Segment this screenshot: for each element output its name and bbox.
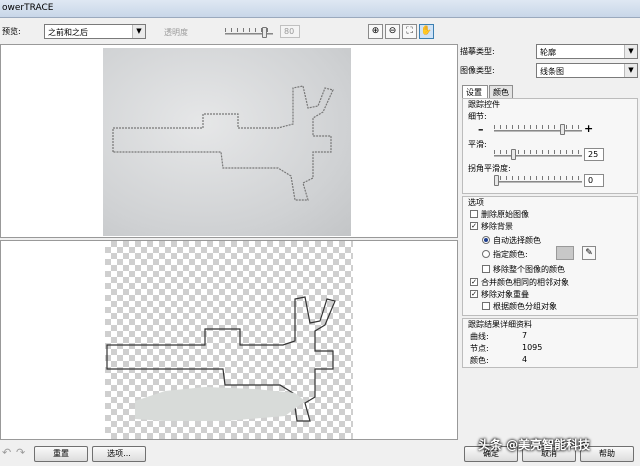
original-image xyxy=(103,48,351,236)
corner-value[interactable]: 0 xyxy=(584,174,604,187)
auto-color-label: 自动选择颜色 xyxy=(493,236,541,245)
before-preview[interactable] xyxy=(0,44,458,238)
delete-original-label: 删除原始图像 xyxy=(481,210,529,219)
specify-color-label: 指定颜色: xyxy=(493,250,528,259)
remove-overlap-label: 移除对象重叠 xyxy=(481,290,529,299)
nodes-value: 1095 xyxy=(522,343,543,352)
group-by-color-checkbox[interactable] xyxy=(482,302,490,310)
detail-thumb[interactable] xyxy=(560,124,565,135)
delete-original-checkbox[interactable] xyxy=(470,210,478,218)
minus-icon[interactable]: – xyxy=(478,123,484,136)
after-preview[interactable] xyxy=(0,240,458,440)
reset-button[interactable]: 重置 xyxy=(34,446,88,462)
detail-label: 细节: xyxy=(468,112,487,121)
remove-background-checkbox[interactable]: ✓ xyxy=(470,222,478,230)
trace-results-title: 跟踪结果详细资料 xyxy=(468,320,532,329)
remove-whole-image-color-checkbox[interactable] xyxy=(482,265,490,273)
smoothing-slider[interactable] xyxy=(494,155,582,157)
fit-icon[interactable]: ⛶ xyxy=(402,24,417,39)
merge-adjacent-checkbox[interactable]: ✓ xyxy=(470,278,478,286)
preview-label: 预览: xyxy=(2,27,21,36)
transparency-thumb[interactable] xyxy=(262,27,267,38)
traced-result xyxy=(106,296,336,422)
title-bar: owerTRACE xyxy=(0,0,640,18)
trace-type-value: 轮廓 xyxy=(540,48,556,57)
smoothing-ticks xyxy=(494,150,582,154)
curves-value: 7 xyxy=(522,331,528,340)
tracing-controls-title: 跟踪控件 xyxy=(468,100,500,109)
chevron-down-icon: ▼ xyxy=(132,25,145,38)
transparency-label: 透明度 xyxy=(164,28,188,37)
smoothing-thumb[interactable] xyxy=(511,149,516,160)
chevron-down-icon: ▼ xyxy=(624,45,637,58)
caliper-outline xyxy=(112,85,334,201)
corner-smoothness-label: 拐角平滑度: xyxy=(468,164,511,173)
group-by-color-label: 根据颜色分组对象 xyxy=(493,302,557,311)
options-title: 选项 xyxy=(468,198,484,207)
smoothing-value[interactable]: 25 xyxy=(584,148,604,161)
detail-ticks xyxy=(494,125,582,129)
preview-mode-value: 之前和之后 xyxy=(48,28,88,37)
options-button[interactable]: 选项... xyxy=(92,446,146,462)
curves-label: 曲线: xyxy=(470,332,489,341)
undo-icon[interactable]: ↶ xyxy=(2,446,11,459)
watermark: 头条 @美亮智能科技 xyxy=(478,438,591,452)
redo-icon[interactable]: ↷ xyxy=(16,446,25,459)
image-type-value: 线条图 xyxy=(540,67,564,76)
image-type-label: 图像类型: xyxy=(460,66,495,75)
corner-thumb[interactable] xyxy=(494,175,499,186)
colors-label: 颜色: xyxy=(470,356,489,365)
remove-whole-image-color-label: 移除整个图像的颜色 xyxy=(493,265,565,274)
chevron-down-icon: ▼ xyxy=(624,64,637,77)
auto-color-radio[interactable] xyxy=(482,236,490,244)
remove-background-label: 移除背景 xyxy=(481,222,513,231)
detail-slider[interactable] xyxy=(494,130,582,132)
colors-value: 4 xyxy=(522,355,528,364)
zoom-out-icon[interactable]: ⊖ xyxy=(385,24,400,39)
window-title: owerTRACE xyxy=(2,3,54,13)
eyedropper-icon[interactable]: ✎ xyxy=(582,246,596,260)
tab-colors[interactable]: 颜色 xyxy=(489,85,513,98)
zoom-in-icon[interactable]: ⊕ xyxy=(368,24,383,39)
tab-settings[interactable]: 设置 xyxy=(462,85,488,99)
nodes-label: 节点: xyxy=(470,344,489,353)
color-swatch[interactable] xyxy=(556,246,574,260)
smoothing-label: 平滑: xyxy=(468,140,487,149)
remove-overlap-checkbox[interactable]: ✓ xyxy=(470,290,478,298)
merge-adjacent-label: 合并颜色相同的相邻对象 xyxy=(481,278,569,287)
corner-ticks xyxy=(494,176,582,180)
preview-mode-select[interactable]: 之前和之后 ▼ xyxy=(44,24,146,39)
transparent-background xyxy=(105,241,353,439)
plus-icon[interactable]: + xyxy=(584,122,593,135)
corner-slider[interactable] xyxy=(494,181,582,183)
transparency-value[interactable]: 80 xyxy=(280,25,300,38)
specify-color-radio[interactable] xyxy=(482,250,490,258)
image-type-select[interactable]: 线条图 ▼ xyxy=(536,63,638,78)
hand-icon[interactable]: ✋ xyxy=(419,24,434,39)
trace-type-select[interactable]: 轮廓 ▼ xyxy=(536,44,638,59)
trace-type-label: 描摹类型: xyxy=(460,47,495,56)
